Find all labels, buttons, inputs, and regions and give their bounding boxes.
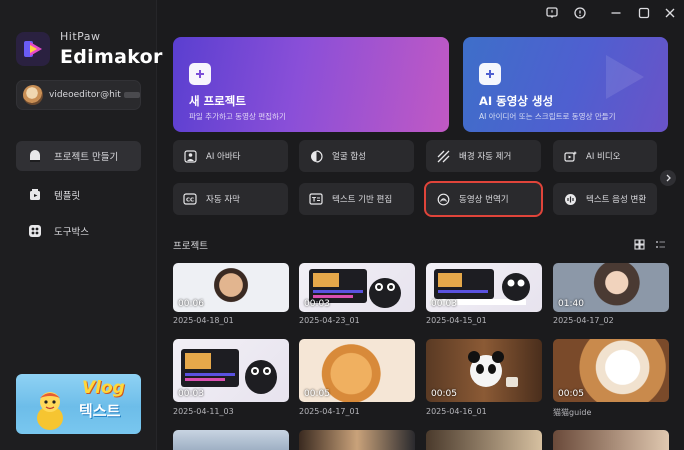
feature-label: 자동 자막 bbox=[206, 195, 240, 205]
avatar-icon bbox=[183, 149, 197, 163]
app-logo bbox=[16, 32, 50, 66]
maximize-icon[interactable] bbox=[637, 6, 651, 20]
project-thumbnail[interactable]: 00:03 bbox=[299, 263, 415, 312]
project-thumbnail[interactable]: 00:03 bbox=[426, 263, 542, 312]
project-name: 2025-04-11_03 bbox=[173, 407, 234, 416]
new-project-card[interactable]: 새 프로젝트 파일 추가하고 동영상 편집하기 bbox=[173, 37, 449, 132]
translate-icon bbox=[436, 192, 450, 206]
card-subtitle: 파일 추가하고 동영상 편집하기 bbox=[189, 112, 286, 121]
project-duration: 00:05 bbox=[558, 389, 584, 399]
close-icon[interactable] bbox=[663, 6, 677, 20]
nav-label: 도구박스 bbox=[54, 227, 89, 238]
nav-toolbox[interactable]: 도구박스 bbox=[16, 216, 141, 246]
project-thumbnail-partial[interactable] bbox=[299, 430, 415, 450]
feature-label: 텍스트 기반 편집 bbox=[332, 195, 393, 205]
project-thumbnail-partial[interactable] bbox=[553, 430, 669, 450]
project-thumbnail[interactable]: 00:05 bbox=[553, 339, 669, 402]
nav-label: 템플릿 bbox=[54, 191, 81, 202]
background-remove-icon bbox=[436, 149, 450, 163]
account-button[interactable]: videoeditor@hitpa... bbox=[16, 80, 141, 110]
ai-video-icon bbox=[563, 149, 577, 163]
feature-face-swap[interactable]: 얼굴 합성 bbox=[299, 140, 414, 172]
project-name: 2025-04-15_01 bbox=[426, 316, 487, 325]
feature-ai-video[interactable]: AI 비디오 bbox=[553, 140, 657, 172]
scroll-right-button[interactable] bbox=[660, 170, 676, 186]
account-blur bbox=[124, 92, 140, 98]
project-thumbnail[interactable]: 00:06 bbox=[173, 263, 289, 312]
project-thumbnail-partial[interactable] bbox=[173, 430, 289, 450]
feature-background-remove[interactable]: 배경 자동 제거 bbox=[426, 140, 541, 172]
project-name: 2025-04-18_01 bbox=[173, 316, 234, 325]
ai-video-generate-card[interactable]: AI 동영상 생성 AI 아이디어 또는 스크립트로 동영상 만들기 bbox=[463, 37, 668, 132]
project-duration: 01:40 bbox=[558, 299, 584, 309]
project-duration: 00:03 bbox=[431, 299, 457, 309]
nav-create-project[interactable]: 프로젝트 만들기 bbox=[16, 141, 141, 171]
promo-character-icon bbox=[37, 392, 63, 430]
caption-icon: CC bbox=[183, 192, 197, 206]
text-edit-icon: T bbox=[309, 192, 323, 206]
project-name: 2025-04-17_02 bbox=[553, 316, 614, 325]
project-thumbnail[interactable]: 00:05 bbox=[426, 339, 542, 402]
project-name: 2025-04-16_01 bbox=[426, 407, 487, 416]
project-duration: 00:06 bbox=[178, 299, 204, 309]
promo-title: Vlog bbox=[82, 378, 125, 398]
sidebar: HitPaw Edimakor videoeditor@hitpa... 프로젝… bbox=[0, 0, 162, 450]
avatar bbox=[23, 85, 43, 105]
project-name: 猫猫guide bbox=[553, 408, 592, 417]
plus-icon bbox=[479, 63, 501, 85]
project-name: 2025-04-23_01 bbox=[299, 316, 360, 325]
feedback-icon[interactable] bbox=[545, 6, 559, 20]
info-icon[interactable] bbox=[573, 6, 587, 20]
feature-text-based-edit[interactable]: T 텍스트 기반 편집 bbox=[299, 183, 414, 215]
project-duration: 00:05 bbox=[304, 389, 330, 399]
nav-label: 프로젝트 만들기 bbox=[54, 152, 119, 163]
template-icon bbox=[28, 188, 42, 202]
project-name: 2025-04-17_01 bbox=[299, 407, 360, 416]
card-title: 새 프로젝트 bbox=[189, 94, 246, 108]
brand-main: Edimakor bbox=[60, 46, 163, 68]
projects-title: 프로젝트 bbox=[173, 241, 208, 252]
promo-subtitle: 텍스트 bbox=[79, 402, 121, 420]
feature-auto-caption[interactable]: CC 자동 자막 bbox=[173, 183, 288, 215]
project-thumbnail[interactable]: 01:40 bbox=[553, 263, 669, 312]
feature-video-translator[interactable]: 동영상 번역기 bbox=[424, 181, 543, 217]
toolbox-icon bbox=[28, 224, 42, 238]
svg-text:CC: CC bbox=[186, 198, 194, 204]
feature-label: 동영상 번역기 bbox=[459, 195, 509, 205]
project-thumbnail[interactable]: 00:05 bbox=[299, 339, 415, 402]
list-view-icon[interactable] bbox=[653, 237, 667, 251]
create-project-icon bbox=[28, 149, 42, 163]
feature-label: AI 아바타 bbox=[206, 152, 241, 162]
account-email: videoeditor@hitpa... bbox=[49, 90, 121, 100]
face-swap-icon bbox=[309, 149, 323, 163]
project-thumbnail-partial[interactable] bbox=[426, 430, 542, 450]
project-duration: 00:03 bbox=[304, 299, 330, 309]
chevron-right-icon bbox=[666, 174, 671, 182]
nav-templates[interactable]: 템플릿 bbox=[16, 180, 141, 210]
feature-label: AI 비디오 bbox=[586, 152, 621, 162]
project-thumbnail[interactable]: 00:03 bbox=[173, 339, 289, 402]
project-duration: 00:05 bbox=[431, 389, 457, 399]
feature-label: 텍스트 음성 변환 bbox=[586, 195, 647, 205]
project-duration: 00:03 bbox=[178, 389, 204, 399]
play-watermark-icon bbox=[606, 55, 644, 99]
feature-ai-avatar[interactable]: AI 아바타 bbox=[173, 140, 288, 172]
feature-text-to-speech[interactable]: 텍스트 음성 변환 bbox=[553, 183, 657, 215]
feature-label: 배경 자동 제거 bbox=[459, 152, 512, 162]
grid-view-icon[interactable] bbox=[632, 237, 646, 251]
brand-sub: HitPaw bbox=[60, 30, 101, 43]
svg-text:T: T bbox=[312, 197, 317, 204]
plus-icon bbox=[189, 63, 211, 85]
minimize-icon[interactable] bbox=[609, 6, 623, 20]
feature-label: 얼굴 합성 bbox=[332, 152, 366, 162]
card-subtitle: AI 아이디어 또는 스크립트로 동영상 만들기 bbox=[479, 112, 616, 121]
card-title: AI 동영상 생성 bbox=[479, 94, 554, 108]
tts-icon bbox=[563, 192, 577, 206]
promo-banner[interactable]: Vlog 텍스트 bbox=[16, 374, 141, 434]
